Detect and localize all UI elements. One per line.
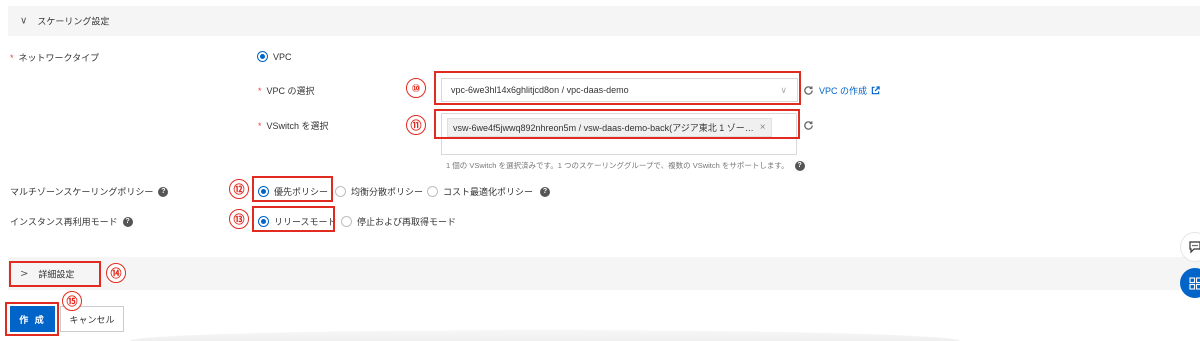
radio-unselected-icon <box>427 186 438 197</box>
multi-zone-policy-label: マルチゾーンスケーリングポリシー ? <box>10 185 169 198</box>
instance-reuse-mode-label-text: インスタンス再利用モード <box>10 217 118 227</box>
create-vpc-link[interactable]: VPC の作成 <box>819 84 880 97</box>
cancel-button-label: キャンセル <box>69 314 115 325</box>
callout-11: ⑪ <box>406 115 426 135</box>
annotation-box-reuse-mode <box>252 206 335 232</box>
external-link-icon <box>871 86 880 95</box>
annotation-box-advanced <box>9 261 101 287</box>
network-type-vpc-radio[interactable]: VPC <box>257 51 292 62</box>
vswitch-help-text: 1 個の VSwitch を選択済みです。1 つのスケーリンググループで、複数の… <box>446 160 805 171</box>
callout-10: ⑩ <box>406 78 426 98</box>
radio-unselected-icon <box>341 216 352 227</box>
advanced-settings-header[interactable]: > 詳細設定 <box>8 257 1200 290</box>
chevron-down-icon: ∨ <box>20 15 28 27</box>
refresh-icon[interactable] <box>803 85 814 96</box>
feedback-icon <box>1189 241 1200 254</box>
reuse-stop-recover-radio[interactable]: 停止および再取得モード <box>341 215 456 228</box>
footer-shadow <box>130 330 960 341</box>
create-vpc-link-text: VPC の作成 <box>819 86 868 96</box>
callout-12: ⑫ <box>229 179 249 199</box>
annotation-box-vpc <box>434 71 801 105</box>
radio-selected-icon <box>257 51 268 62</box>
callout-14: ⑭ <box>106 263 126 283</box>
policy-balanced-label: 均衡分散ポリシー <box>351 187 424 197</box>
annotation-box-create <box>5 302 59 336</box>
network-type-label: * ネットワークタイプ <box>10 51 99 64</box>
refresh-icon[interactable] <box>803 120 814 131</box>
help-icon[interactable]: ? <box>158 186 169 197</box>
help-icon[interactable]: ? <box>122 216 133 227</box>
vpc-select-label: * VPC の選択 <box>258 84 315 97</box>
network-type-vpc-label: VPC <box>273 51 292 62</box>
vswitch-select-label-text: VSwitch を選択 <box>266 121 329 131</box>
scaling-settings-title: スケーリング設定 <box>37 16 110 27</box>
apps-button[interactable] <box>1180 268 1200 298</box>
vswitch-select-label: * VSwitch を選択 <box>258 119 329 132</box>
required-mark: * <box>258 120 262 131</box>
help-icon[interactable]: ? <box>540 186 551 197</box>
help-icon[interactable]: ? <box>794 160 805 171</box>
apps-icon <box>1188 276 1200 290</box>
reuse-stop-recover-label: 停止および再取得モード <box>357 217 457 227</box>
policy-cost-optimized-radio[interactable]: コスト最適化ポリシー ? <box>427 185 551 198</box>
callout-15: ⑮ <box>62 291 82 311</box>
annotation-box-policy <box>252 176 333 202</box>
instance-reuse-mode-label: インスタンス再利用モード ? <box>10 215 133 228</box>
scaling-settings-toggle[interactable]: ∨ スケーリング設定 <box>20 15 109 28</box>
multi-zone-policy-label-text: マルチゾーンスケーリングポリシー <box>10 187 154 197</box>
vpc-select-label-text: VPC の選択 <box>266 86 315 96</box>
policy-cost-optimized-label: コスト最適化ポリシー <box>443 187 534 197</box>
radio-unselected-icon <box>335 186 346 197</box>
vswitch-help-text-content: 1 個の VSwitch を選択済みです。1 つのスケーリンググループで、複数の… <box>446 161 789 170</box>
annotation-box-vswitch <box>434 109 800 139</box>
policy-balanced-radio[interactable]: 均衡分散ポリシー <box>335 185 423 198</box>
required-mark: * <box>10 52 14 63</box>
callout-13: ⑬ <box>229 209 249 229</box>
scaling-settings-header[interactable]: ∨ スケーリング設定 <box>8 6 1200 36</box>
network-type-label-text: ネットワークタイプ <box>18 53 100 63</box>
required-mark: * <box>258 85 262 96</box>
